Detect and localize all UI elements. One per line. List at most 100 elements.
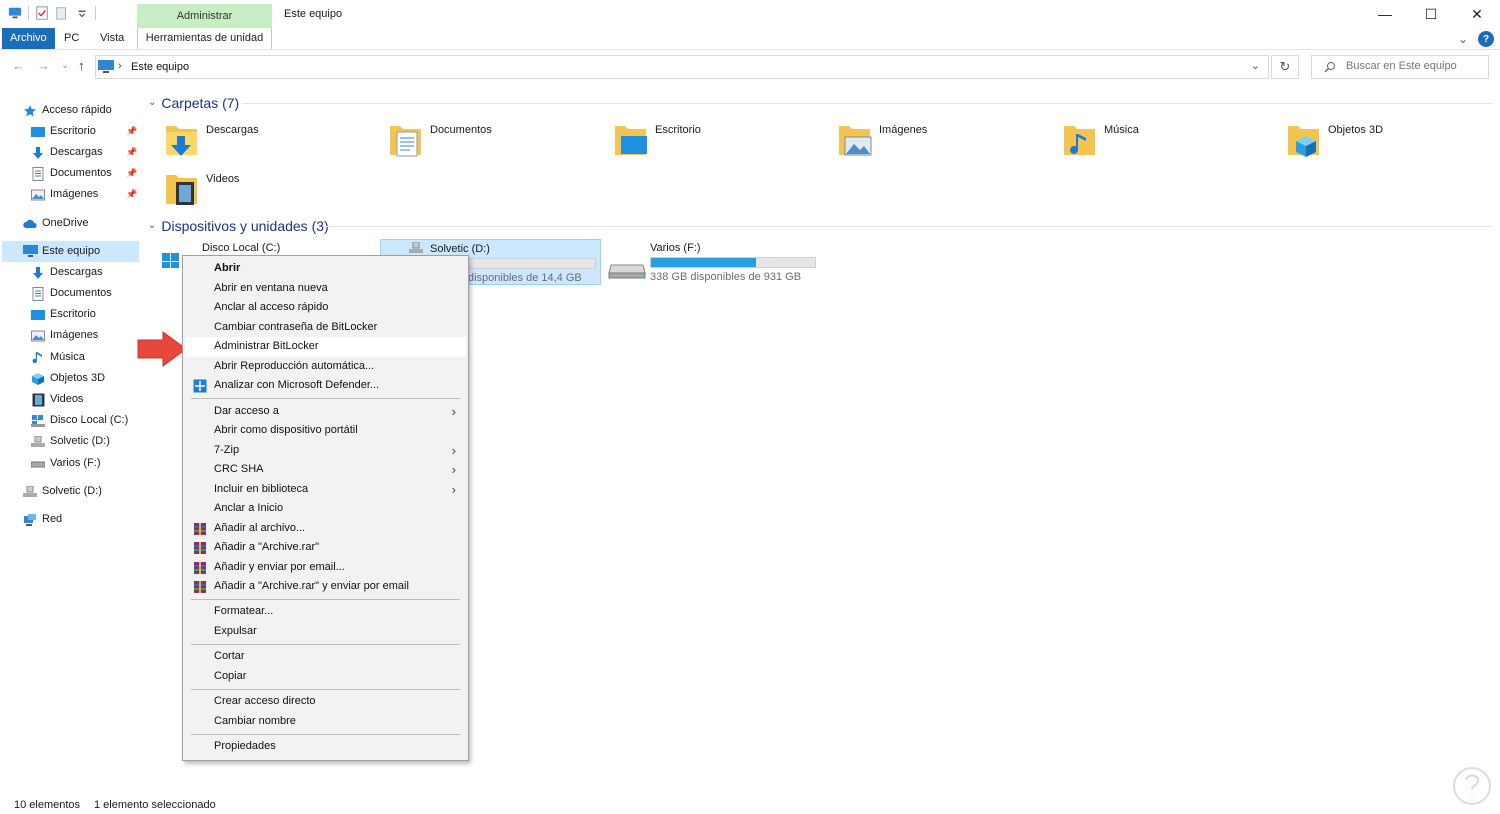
customize-toolbar-icon[interactable] — [75, 6, 89, 20]
pin-icon[interactable]: 📌 — [126, 184, 137, 205]
folder-escritorio[interactable]: Escritorio — [613, 120, 833, 166]
quick-access-toolbar — [8, 6, 96, 20]
help-icon[interactable]: ? — [1478, 31, 1494, 47]
maximize-button[interactable]: ☐ — [1408, 0, 1454, 28]
sidebar-item-label: Escritorio — [50, 125, 96, 137]
menu-item-7zip[interactable]: 7-Zip › — [185, 441, 466, 461]
menu-item-label: CRC SHA — [214, 463, 264, 475]
drive-usage-bar — [650, 257, 816, 268]
menu-item-formatear[interactable]: Formatear... — [185, 602, 466, 622]
cloud-icon — [22, 216, 38, 232]
menu-item-dispositivo-portatil[interactable]: Abrir como dispositivo portátil — [185, 421, 466, 441]
properties-icon[interactable] — [35, 6, 49, 20]
back-arrow-icon[interactable]: ← — [12, 58, 25, 73]
sidebar-item-imagenes[interactable]: Imágenes 📌 — [30, 184, 140, 205]
sidebar-item-label: Acceso rápido — [42, 104, 112, 116]
this-pc-icon[interactable] — [8, 6, 22, 20]
folder-videos[interactable]: Videos — [164, 169, 384, 215]
menu-item-label: Copiar — [214, 669, 247, 682]
sidebar-item-documentos-pc[interactable]: Documentos — [30, 283, 112, 304]
menu-item-anadir-rar-enviar-email[interactable]: Añadir a "Archive.rar" y enviar por emai… — [185, 577, 466, 597]
folder-musica[interactable]: Música — [1062, 120, 1282, 166]
menu-item-label: Propiedades — [214, 740, 276, 752]
folder-imagenes[interactable]: Imágenes — [837, 120, 1057, 166]
minimize-button[interactable]: — — [1362, 0, 1408, 28]
sidebar-item-videos[interactable]: Videos — [30, 389, 83, 410]
sidebar-item-musica[interactable]: Música — [30, 347, 85, 368]
sidebar-item-escritorio[interactable]: Escritorio 📌 — [30, 121, 140, 142]
menu-item-abrir[interactable]: Abrir — [185, 259, 466, 279]
status-item-count: 10 elementos — [14, 799, 81, 811]
address-bar[interactable]: › Este equipo ⌄ — [95, 55, 1269, 79]
menu-item-administrar-bitlocker[interactable]: Administrar BitLocker — [185, 337, 466, 357]
forward-arrow-icon[interactable]: → — [37, 58, 50, 73]
sidebar-item-acceso-rapido[interactable]: Acceso rápido — [22, 100, 112, 121]
expand-ribbon-icon[interactable]: ⌄ — [1458, 32, 1468, 46]
group-header-label: Dispositivos y unidades (3) — [161, 218, 329, 234]
tab-vista[interactable]: Vista — [91, 28, 133, 49]
tab-herramientas-de-unidad[interactable]: Herramientas de unidad — [137, 28, 272, 49]
sidebar-item-documentos[interactable]: Documentos 📌 — [30, 163, 140, 184]
folder-documentos[interactable]: Documentos — [388, 120, 608, 166]
sidebar-item-label: Documentos — [50, 287, 112, 299]
group-divider — [242, 103, 1492, 104]
sidebar-item-red[interactable]: Red — [22, 509, 62, 530]
tab-pc[interactable]: PC — [55, 28, 88, 49]
pictures-icon — [30, 187, 46, 203]
sidebar-item-objetos-3d[interactable]: Objetos 3D — [30, 368, 105, 389]
close-button[interactable]: ✕ — [1454, 0, 1500, 28]
breadcrumb-este-equipo[interactable]: Este equipo — [131, 61, 189, 73]
menu-item-anadir-enviar-email[interactable]: Añadir y enviar por email... — [185, 558, 466, 578]
pin-icon[interactable]: 📌 — [126, 142, 137, 163]
menu-item-anclar-inicio[interactable]: Anclar a Inicio — [185, 499, 466, 519]
drive-varios-f[interactable]: Varios (F:) 338 GB disponibles de 931 GB — [608, 239, 828, 285]
pin-icon[interactable]: 📌 — [126, 121, 137, 142]
chevron-down-icon[interactable]: ⌄ — [148, 216, 156, 236]
sidebar-item-descargas-pc[interactable]: Descargas — [30, 262, 103, 283]
menu-item-anclar-acceso-rapido[interactable]: Anclar al acceso rápido — [185, 298, 466, 318]
window-controls: — ☐ ✕ — [1362, 0, 1500, 28]
sidebar-item-descargas[interactable]: Descargas 📌 — [30, 142, 140, 163]
sidebar-item-imagenes-pc[interactable]: Imágenes — [30, 325, 98, 346]
tab-archivo[interactable]: Archivo — [2, 28, 55, 49]
menu-item-cambiar-nombre[interactable]: Cambiar nombre — [185, 712, 466, 732]
sidebar-item-escritorio-pc[interactable]: Escritorio — [30, 304, 96, 325]
search-box[interactable] — [1311, 55, 1489, 79]
sidebar-item-solvetic-d-usb[interactable]: Solvetic (D:) — [22, 481, 102, 502]
folder-objetos-3d[interactable]: Objetos 3D — [1286, 120, 1500, 166]
sidebar-item-solvetic-d[interactable]: Solvetic (D:) — [30, 431, 110, 452]
menu-item-anadir-archive-rar[interactable]: Añadir a "Archive.rar" — [185, 538, 466, 558]
menu-item-expulsar[interactable]: Expulsar — [185, 622, 466, 642]
sidebar-item-este-equipo[interactable]: Este equipo — [2, 241, 139, 262]
menu-item-reproduccion-automatica[interactable]: Abrir Reproducción automática... — [185, 357, 466, 377]
chevron-down-icon[interactable]: ⌄ — [148, 93, 156, 113]
sidebar-item-onedrive[interactable]: OneDrive — [22, 213, 88, 234]
desktop-folder-icon — [30, 307, 46, 323]
menu-item-analizar-defender[interactable]: Analizar con Microsoft Defender... — [185, 376, 466, 396]
menu-item-crear-acceso-directo[interactable]: Crear acceso directo — [185, 692, 466, 712]
group-header-dispositivos[interactable]: ⌄ Dispositivos y unidades (3) — [148, 216, 329, 236]
menu-item-crc-sha[interactable]: CRC SHA › — [185, 460, 466, 480]
group-header-carpetas[interactable]: ⌄ Carpetas (7) — [148, 93, 239, 113]
context-menu: Abrir Abrir en ventana nueva Anclar al a… — [182, 255, 469, 761]
recent-locations-icon[interactable]: ⌄ — [61, 60, 69, 71]
up-arrow-icon[interactable]: ↑ — [78, 58, 85, 73]
folder-descargas[interactable]: Descargas — [164, 120, 384, 166]
menu-item-incluir-biblioteca[interactable]: Incluir en biblioteca › — [185, 480, 466, 500]
menu-item-copiar[interactable]: Copiar — [185, 667, 466, 687]
pin-icon[interactable]: 📌 — [126, 163, 137, 184]
new-folder-icon[interactable] — [55, 6, 69, 20]
menu-item-dar-acceso[interactable]: Dar acceso a › — [185, 402, 466, 422]
search-input[interactable] — [1346, 60, 1484, 72]
menu-item-propiedades[interactable]: Propiedades — [185, 737, 466, 757]
sidebar-item-varios-f[interactable]: Varios (F:) — [30, 453, 101, 474]
menu-item-cortar[interactable]: Cortar — [185, 647, 466, 667]
menu-item-abrir-ventana-nueva[interactable]: Abrir en ventana nueva — [185, 279, 466, 299]
breadcrumb-separator[interactable]: › — [118, 60, 122, 72]
sidebar-item-disco-local-c[interactable]: Disco Local (C:) — [30, 410, 128, 431]
address-dropdown-icon[interactable]: ⌄ — [1251, 59, 1260, 72]
menu-item-label: Anclar a Inicio — [214, 502, 284, 514]
menu-item-cambiar-contrasena-bitlocker[interactable]: Cambiar contraseña de BitLocker — [185, 318, 466, 338]
refresh-button[interactable]: ↻ — [1271, 55, 1299, 79]
menu-item-anadir-archivo[interactable]: Añadir al archivo... — [185, 519, 466, 539]
